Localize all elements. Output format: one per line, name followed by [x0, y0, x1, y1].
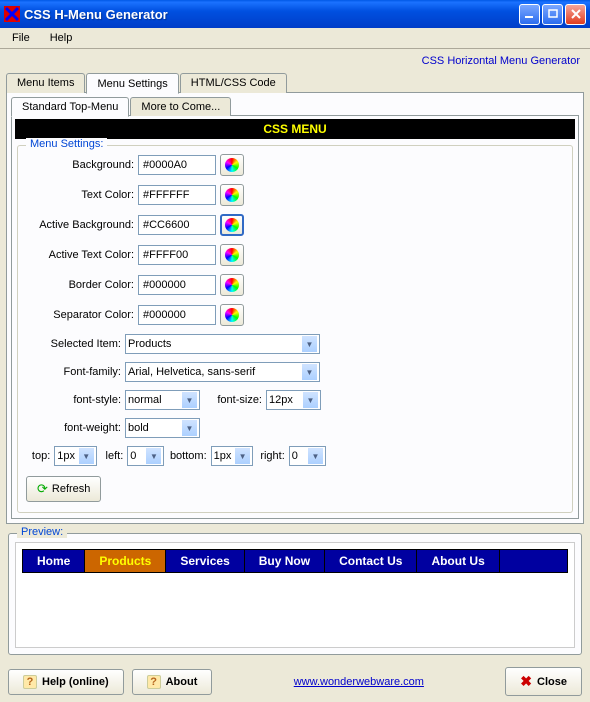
chevron-down-icon: ▼ [303, 392, 318, 408]
label-bottom: bottom: [168, 450, 206, 462]
tab-menu-items[interactable]: Menu Items [6, 73, 85, 93]
input-active-bg[interactable] [138, 215, 216, 235]
label-border: Border Color: [26, 279, 134, 291]
question-icon: ? [23, 675, 37, 689]
subtab-standard[interactable]: Standard Top-Menu [11, 97, 129, 117]
input-text-color[interactable] [138, 185, 216, 205]
close-icon: ✖ [520, 673, 532, 690]
label-separator: Separator Color: [26, 309, 134, 321]
input-border[interactable] [138, 275, 216, 295]
app-icon [4, 6, 20, 22]
main-tabs: Menu Items Menu Settings HTML/CSS Code [6, 73, 584, 93]
chevron-down-icon: ▼ [146, 448, 161, 464]
chevron-down-icon: ▼ [235, 448, 250, 464]
preview-item-home[interactable]: Home [23, 550, 85, 572]
combo-font-style[interactable]: normal▼ [125, 390, 200, 410]
close-window-button[interactable] [565, 4, 586, 25]
label-active-bg: Active Background: [26, 219, 134, 231]
refresh-icon: ⟳ [37, 481, 48, 497]
color-wheel-icon [225, 248, 239, 262]
combo-bottom[interactable]: 1px▼ [211, 446, 253, 466]
color-wheel-icon [225, 278, 239, 292]
footer: ?Help (online) ?About www.wonderwebware.… [0, 661, 590, 702]
css-menu-header: CSS MENU [15, 119, 575, 139]
color-picker-text[interactable] [220, 184, 244, 206]
preview-box: Preview: Home Products Services Buy Now … [8, 533, 582, 655]
refresh-button[interactable]: ⟳ Refresh [26, 476, 101, 502]
question-icon: ? [147, 675, 161, 689]
label-background: Background: [26, 159, 134, 171]
color-picker-separator[interactable] [220, 304, 244, 326]
label-text-color: Text Color: [26, 189, 134, 201]
chevron-down-icon: ▼ [79, 448, 94, 464]
window-title: CSS H-Menu Generator [24, 7, 519, 22]
preview-item-products[interactable]: Products [85, 550, 166, 572]
about-button[interactable]: ?About [132, 669, 213, 695]
combo-top[interactable]: 1px▼ [54, 446, 96, 466]
label-selected-item: Selected Item: [26, 338, 121, 350]
sub-tabs: Standard Top-Menu More to Come... [11, 97, 579, 116]
combo-selected-item[interactable]: Products▼ [125, 334, 320, 354]
menu-file[interactable]: File [6, 30, 36, 46]
chevron-down-icon: ▼ [308, 448, 323, 464]
label-font-weight: font-weight: [26, 422, 121, 434]
group-title: Menu Settings: [26, 138, 107, 150]
color-picker-border[interactable] [220, 274, 244, 296]
preview-item-contact[interactable]: Contact Us [325, 550, 417, 572]
menu-settings-group: Menu Settings: Background: Text Color: A… [17, 145, 573, 513]
input-active-text[interactable] [138, 245, 216, 265]
preview-item-about[interactable]: About Us [417, 550, 499, 572]
combo-right[interactable]: 0▼ [289, 446, 326, 466]
chevron-down-icon: ▼ [302, 336, 317, 352]
input-separator[interactable] [138, 305, 216, 325]
color-picker-background[interactable] [220, 154, 244, 176]
header-link[interactable]: CSS Horizontal Menu Generator [6, 53, 584, 73]
label-top: top: [26, 450, 50, 462]
label-font-style: font-style: [26, 394, 121, 406]
chevron-down-icon: ▼ [302, 364, 317, 380]
subtab-more[interactable]: More to Come... [130, 97, 231, 116]
help-online-button[interactable]: ?Help (online) [8, 669, 124, 695]
label-font-size: font-size: [204, 394, 262, 406]
color-wheel-icon [225, 218, 239, 232]
maximize-button[interactable] [542, 4, 563, 25]
tab-menu-settings[interactable]: Menu Settings [86, 73, 178, 94]
combo-font-family[interactable]: Arial, Helvetica, sans-serif▼ [125, 362, 320, 382]
menu-help[interactable]: Help [44, 30, 79, 46]
color-picker-active-bg[interactable] [220, 214, 244, 236]
menubar: File Help [0, 28, 590, 49]
preview-label: Preview: [17, 526, 67, 538]
color-wheel-icon [225, 158, 239, 172]
color-wheel-icon [225, 308, 239, 322]
chevron-down-icon: ▼ [182, 420, 197, 436]
color-wheel-icon [225, 188, 239, 202]
combo-left[interactable]: 0▼ [127, 446, 164, 466]
label-left: left: [101, 450, 124, 462]
color-picker-active-text[interactable] [220, 244, 244, 266]
close-button[interactable]: ✖Close [505, 667, 582, 696]
label-active-text: Active Text Color: [26, 249, 134, 261]
input-background[interactable] [138, 155, 216, 175]
titlebar: CSS H-Menu Generator [0, 0, 590, 28]
label-font-family: Font-family: [26, 366, 121, 378]
chevron-down-icon: ▼ [182, 392, 197, 408]
combo-font-weight[interactable]: bold▼ [125, 418, 200, 438]
label-right: right: [257, 450, 285, 462]
preview-item-buynow[interactable]: Buy Now [245, 550, 325, 572]
tab-html-css[interactable]: HTML/CSS Code [180, 73, 287, 93]
minimize-button[interactable] [519, 4, 540, 25]
menu-preview: Home Products Services Buy Now Contact U… [22, 549, 568, 573]
footer-link[interactable]: www.wonderwebware.com [220, 676, 497, 688]
preview-item-services[interactable]: Services [166, 550, 244, 572]
combo-font-size[interactable]: 12px▼ [266, 390, 321, 410]
